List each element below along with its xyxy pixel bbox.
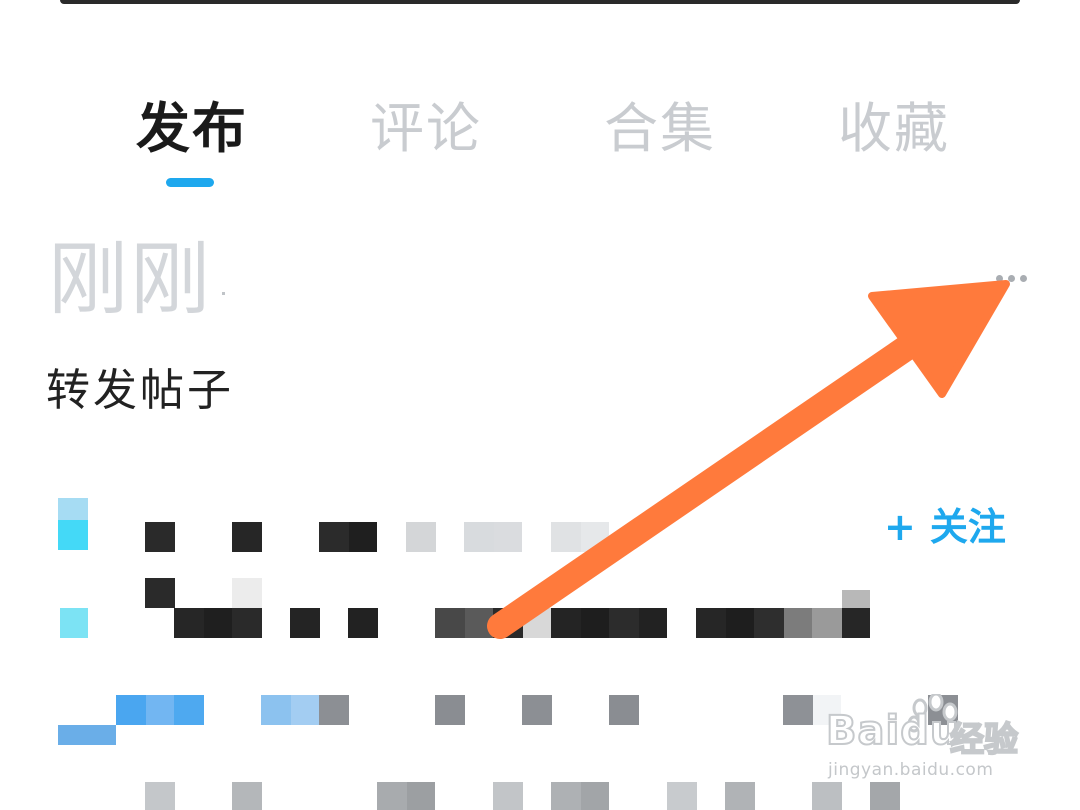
mosaic-block (60, 608, 88, 638)
more-horizontal-icon[interactable] (996, 268, 1036, 288)
tab-publish[interactable]: 发布 (136, 96, 248, 162)
mosaic-block (174, 695, 204, 725)
mosaic-block (609, 608, 639, 638)
top-card-edge (60, 0, 1020, 4)
mosaic-block (783, 695, 813, 725)
mosaic-block (290, 608, 320, 638)
more-dot (996, 274, 1003, 282)
baidu-jingyan-watermark: Baidu 经验 jingyan.baidu.com (825, 694, 1026, 790)
watermark-url: jingyan.baidu.com (828, 760, 994, 780)
mosaic-block (464, 522, 494, 552)
tab-collections[interactable]: 合集 (604, 96, 716, 162)
tab-comments[interactable]: 评论 (370, 96, 482, 162)
mosaic-block (726, 608, 754, 638)
active-tab-indicator (166, 178, 214, 187)
mosaic-block (494, 522, 522, 552)
mosaic-block (58, 520, 88, 550)
mosaic-block (551, 522, 581, 552)
mosaic-block (145, 782, 175, 810)
post-type-label: 转发帖子 (46, 365, 234, 416)
mosaic-block (551, 608, 581, 638)
mosaic-block (58, 498, 88, 520)
mosaic-block (116, 695, 146, 725)
mosaic-block (812, 608, 842, 638)
mosaic-block (407, 782, 435, 810)
mosaic-block (493, 608, 523, 638)
mosaic-block (639, 608, 667, 638)
mosaic-block (784, 608, 812, 638)
mosaic-block (754, 608, 784, 638)
mosaic-block (551, 782, 581, 810)
mosaic-block (377, 782, 407, 810)
watermark-brand: Baidu (825, 707, 960, 755)
mosaic-block (291, 695, 319, 725)
mosaic-block (204, 608, 232, 638)
mosaic-block (581, 782, 609, 810)
mosaic-block (232, 782, 262, 810)
more-dot (1020, 274, 1027, 282)
mosaic-block (319, 695, 349, 725)
mosaic-block (725, 782, 755, 810)
mosaic-block (435, 695, 465, 725)
mosaic-block (842, 608, 870, 638)
mosaic-block (145, 522, 175, 552)
timestamp-separator (222, 292, 225, 295)
mosaic-block (522, 695, 552, 725)
mosaic-block (174, 608, 204, 638)
mosaic-block (232, 578, 262, 608)
mosaic-block (842, 590, 870, 608)
mosaic-block (581, 522, 609, 552)
mosaic-block (261, 695, 291, 725)
mosaic-block (349, 522, 377, 552)
mosaic-block (232, 522, 262, 552)
arrow-head (868, 280, 1010, 398)
more-dot (1008, 274, 1015, 282)
mosaic-block (58, 725, 116, 745)
mosaic-block (406, 522, 436, 552)
mosaic-block (319, 522, 349, 552)
mosaic-block (232, 608, 262, 638)
tab-favorites[interactable]: 收藏 (838, 96, 950, 162)
mosaic-block (667, 782, 697, 810)
mosaic-block (145, 578, 175, 608)
post-timestamp: 刚刚 (48, 233, 212, 326)
mosaic-block (348, 608, 378, 638)
follow-label: 关注 (929, 505, 1006, 549)
mosaic-block (465, 608, 493, 638)
mosaic-block (523, 608, 551, 638)
app-screen: 发布 评论 合集 收藏 刚刚 转发帖子 + 关注 Baidu 经验 jingya… (0, 0, 1080, 810)
watermark-brand-cn: 经验 (949, 719, 1019, 761)
plus-icon: + (884, 505, 916, 549)
follow-button[interactable]: + 关注 (884, 500, 1006, 554)
mosaic-block (146, 695, 174, 725)
mosaic-block (581, 608, 609, 638)
mosaic-block (435, 608, 465, 638)
mosaic-block (493, 782, 523, 810)
mosaic-block (696, 608, 726, 638)
mosaic-block (609, 695, 639, 725)
